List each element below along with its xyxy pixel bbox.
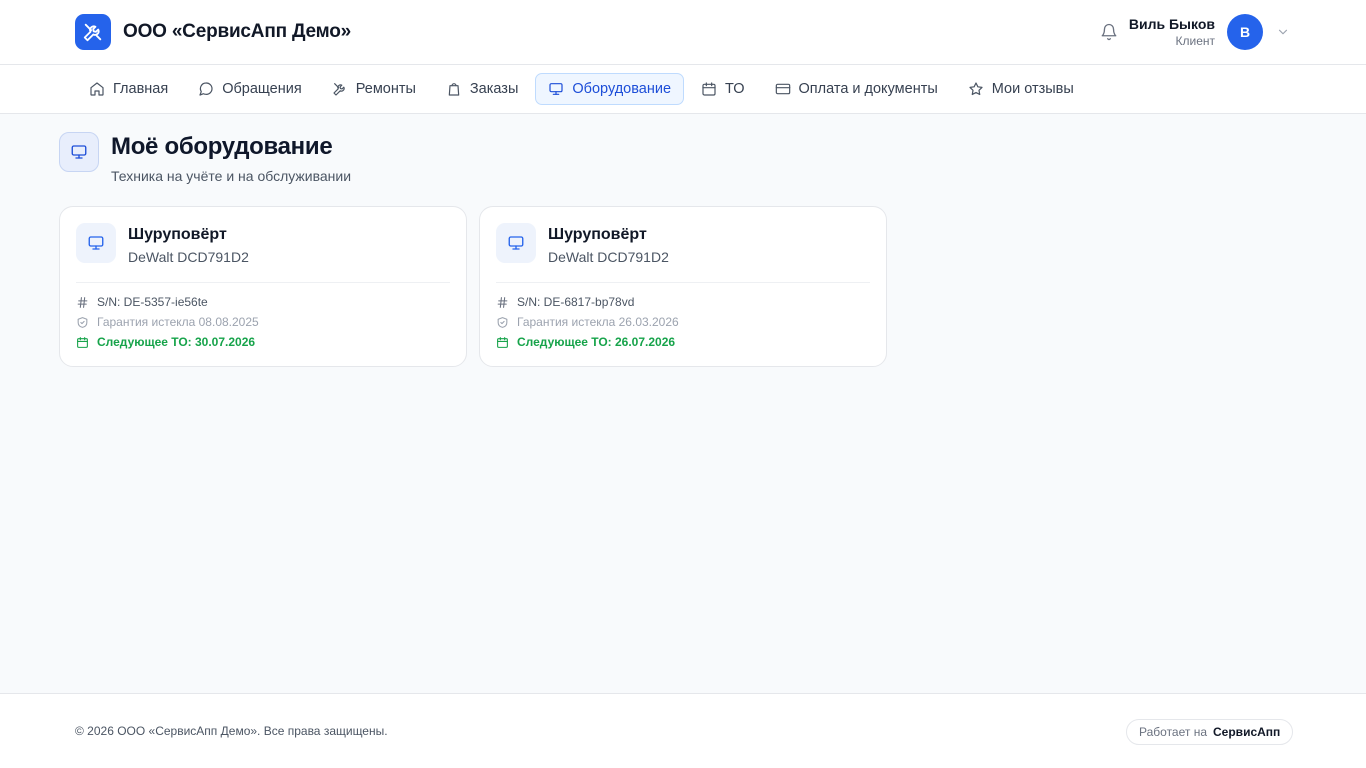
nav-item-home[interactable]: Главная bbox=[76, 73, 181, 105]
nav-label: Обращения bbox=[222, 81, 302, 97]
page-subtitle: Техника на учёте и на обслуживании bbox=[111, 168, 352, 184]
shield-icon bbox=[497, 316, 508, 328]
home-icon bbox=[90, 82, 104, 96]
monitor-icon bbox=[59, 132, 99, 172]
main-nav: Главная Обращения Ремонты Заказы Оборудо… bbox=[0, 65, 1366, 114]
serial-number: S/N: DE-5357-ie56te bbox=[76, 295, 208, 309]
tools-icon bbox=[333, 83, 345, 96]
hash-icon bbox=[77, 296, 88, 308]
calendar-icon bbox=[497, 336, 508, 348]
brand[interactable]: ООО «СервисАпп Демо» bbox=[75, 14, 351, 50]
divider bbox=[496, 282, 870, 283]
user-role: Клиент bbox=[1175, 34, 1216, 48]
copyright: © 2026 ООО «СервисАпп Демо». Все права з… bbox=[75, 724, 388, 738]
user-info[interactable]: Виль Быков Клиент bbox=[1129, 15, 1215, 49]
nav-label: Ремонты bbox=[355, 81, 416, 97]
powered-by-badge[interactable]: Работает на СервисАпп bbox=[1126, 719, 1294, 745]
equipment-card[interactable]: Шуруповёрт DeWalt DCD791D2 S/N: DE-6817-… bbox=[479, 206, 887, 367]
powered-prefix: Работает на bbox=[1139, 725, 1208, 739]
bag-icon bbox=[448, 83, 460, 96]
nav-label: Мои отзывы bbox=[991, 81, 1074, 97]
nav-item-payments[interactable]: Оплата и документы bbox=[762, 73, 951, 105]
tools-logo-icon bbox=[75, 14, 111, 50]
warranty-status: Гарантия истекла 08.08.2025 bbox=[76, 315, 259, 329]
avatar[interactable]: В bbox=[1227, 14, 1263, 50]
next-service: Следующее ТО: 26.07.2026 bbox=[496, 335, 675, 349]
nav-item-orders[interactable]: Заказы bbox=[433, 73, 531, 105]
next-service: Следующее ТО: 30.07.2026 bbox=[76, 335, 255, 349]
nav-item-repairs[interactable]: Ремонты bbox=[319, 73, 429, 105]
page-header: Моё оборудование Техника на учёте и на о… bbox=[59, 132, 351, 184]
nav-label: Оплата и документы bbox=[798, 81, 938, 97]
nav-label: Главная bbox=[113, 81, 169, 97]
monitor-icon bbox=[496, 223, 536, 263]
monitor-icon bbox=[549, 83, 563, 95]
footer: © 2026 ООО «СервисАпп Демо». Все права з… bbox=[0, 693, 1366, 768]
serial-number: S/N: DE-6817-bp78vd bbox=[496, 295, 634, 309]
monitor-icon bbox=[76, 223, 116, 263]
card-icon bbox=[775, 83, 790, 95]
chevron-down-icon[interactable] bbox=[1276, 25, 1290, 39]
nav-label: Оборудование bbox=[572, 81, 672, 97]
equipment-name: Шуруповёрт bbox=[128, 226, 227, 243]
equipment-card[interactable]: Шуруповёрт DeWalt DCD791D2 S/N: DE-5357-… bbox=[59, 206, 467, 367]
warranty-status: Гарантия истекла 26.03.2026 bbox=[496, 315, 679, 329]
powered-brand: СервисАпп bbox=[1213, 725, 1281, 739]
equipment-name: Шуруповёрт bbox=[548, 226, 647, 243]
company-name: ООО «СервисАпп Демо» bbox=[123, 21, 352, 42]
user-name: Виль Быков bbox=[1128, 16, 1215, 32]
nav-item-equipment[interactable]: Оборудование bbox=[535, 73, 685, 105]
bell-icon[interactable] bbox=[1098, 21, 1120, 43]
nav-label: Заказы bbox=[469, 81, 519, 97]
shield-icon bbox=[77, 316, 88, 328]
nav-item-maintenance[interactable]: ТО bbox=[688, 73, 757, 105]
equipment-model: DeWalt DCD791D2 bbox=[128, 249, 249, 265]
page-title: Моё оборудование bbox=[111, 133, 333, 160]
top-bar: ООО «СервисАпп Демо» Виль Быков Клиент В bbox=[0, 0, 1366, 65]
calendar-icon bbox=[702, 82, 716, 96]
nav-item-reviews[interactable]: Мои отзывы bbox=[955, 73, 1087, 105]
hash-icon bbox=[497, 296, 508, 308]
divider bbox=[76, 282, 450, 283]
calendar-icon bbox=[77, 336, 88, 348]
star-icon bbox=[969, 82, 983, 96]
chat-icon bbox=[199, 82, 213, 96]
equipment-model: DeWalt DCD791D2 bbox=[548, 249, 669, 265]
nav-item-requests[interactable]: Обращения bbox=[185, 73, 315, 105]
nav-label: ТО bbox=[725, 81, 745, 97]
